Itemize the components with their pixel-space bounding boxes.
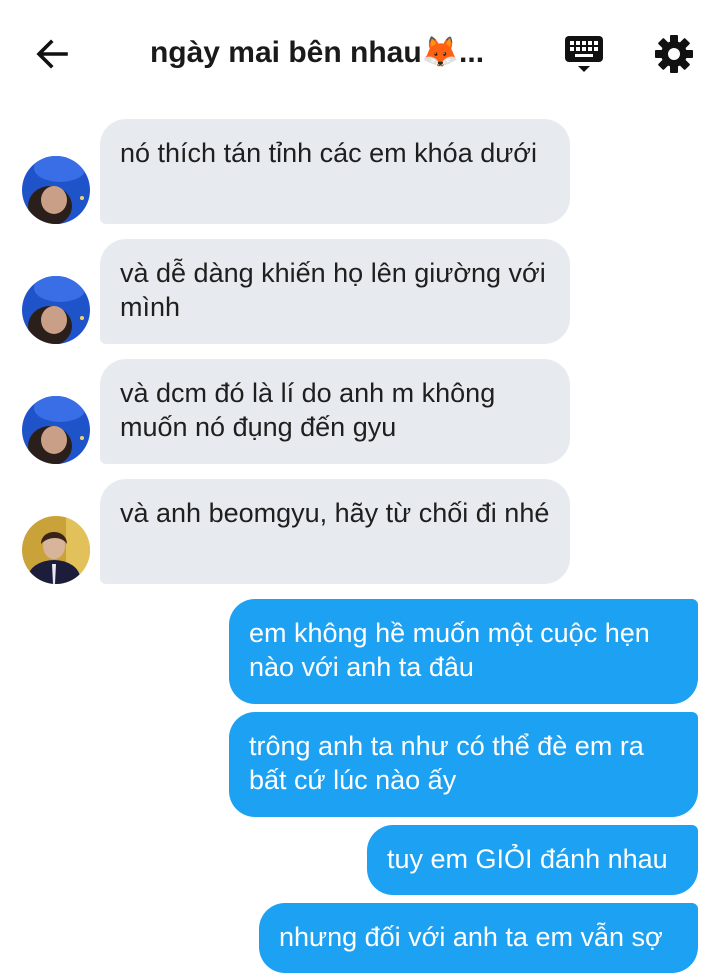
message-bubble-outgoing[interactable]: tuy em GIỎI đánh nhau — [367, 825, 698, 895]
avatar[interactable] — [22, 396, 90, 464]
suit-portrait-avatar — [22, 516, 90, 584]
message-text: và dễ dàng khiến họ lên giường với mình — [120, 258, 546, 322]
message-bubble-outgoing[interactable]: em không hề muốn một cuộc hẹn nào với an… — [229, 599, 698, 704]
message-row: và dcm đó là lí do anh m không muốn nó đ… — [0, 359, 720, 464]
message-bubble-incoming[interactable]: và dcm đó là lí do anh m không muốn nó đ… — [100, 359, 570, 464]
message-text: tuy em GIỎI đánh nhau — [387, 844, 668, 874]
blue-night-avatar — [22, 276, 90, 344]
message-bubble-outgoing[interactable]: nhưng đối với anh ta em vẫn sợ — [259, 903, 698, 973]
message-bubble-incoming[interactable]: và anh beomgyu, hãy từ chối đi nhé — [100, 479, 570, 584]
chat-header: ngày mai bên nhau🦊... — [0, 0, 720, 106]
avatar[interactable] — [22, 156, 90, 224]
message-row: và dễ dàng khiến họ lên giường với mình — [0, 239, 720, 344]
message-text: nó thích tán tỉnh các em khóa dưới — [120, 138, 538, 168]
message-row: nó thích tán tỉnh các em khóa dưới — [0, 119, 720, 224]
settings-button[interactable] — [652, 32, 696, 76]
arrow-left-icon — [36, 39, 68, 69]
message-bubble-incoming[interactable]: nó thích tán tỉnh các em khóa dưới — [100, 119, 570, 224]
keyboard-icon — [565, 36, 603, 72]
message-text: em không hề muốn một cuộc hẹn nào với an… — [249, 618, 650, 682]
blue-night-avatar — [22, 396, 90, 464]
message-text: trông anh ta như có thể đè em ra bất cứ … — [249, 731, 644, 795]
message-bubble-incoming[interactable]: và dễ dàng khiến họ lên giường với mình — [100, 239, 570, 344]
keyboard-button[interactable] — [562, 32, 606, 76]
avatar[interactable] — [22, 276, 90, 344]
gear-icon — [655, 35, 693, 73]
back-button[interactable] — [30, 34, 74, 74]
message-text: và dcm đó là lí do anh m không muốn nó đ… — [120, 378, 496, 442]
message-row: và anh beomgyu, hãy từ chối đi nhé — [0, 479, 720, 584]
avatar[interactable] — [22, 516, 90, 584]
conversation-title: ngày mai bên nhau🦊... — [149, 36, 485, 69]
message-bubble-outgoing[interactable]: trông anh ta như có thể đè em ra bất cứ … — [229, 712, 698, 817]
blue-night-avatar — [22, 156, 90, 224]
message-text: nhưng đối với anh ta em vẫn sợ — [279, 922, 663, 952]
message-text: và anh beomgyu, hãy từ chối đi nhé — [120, 498, 550, 528]
